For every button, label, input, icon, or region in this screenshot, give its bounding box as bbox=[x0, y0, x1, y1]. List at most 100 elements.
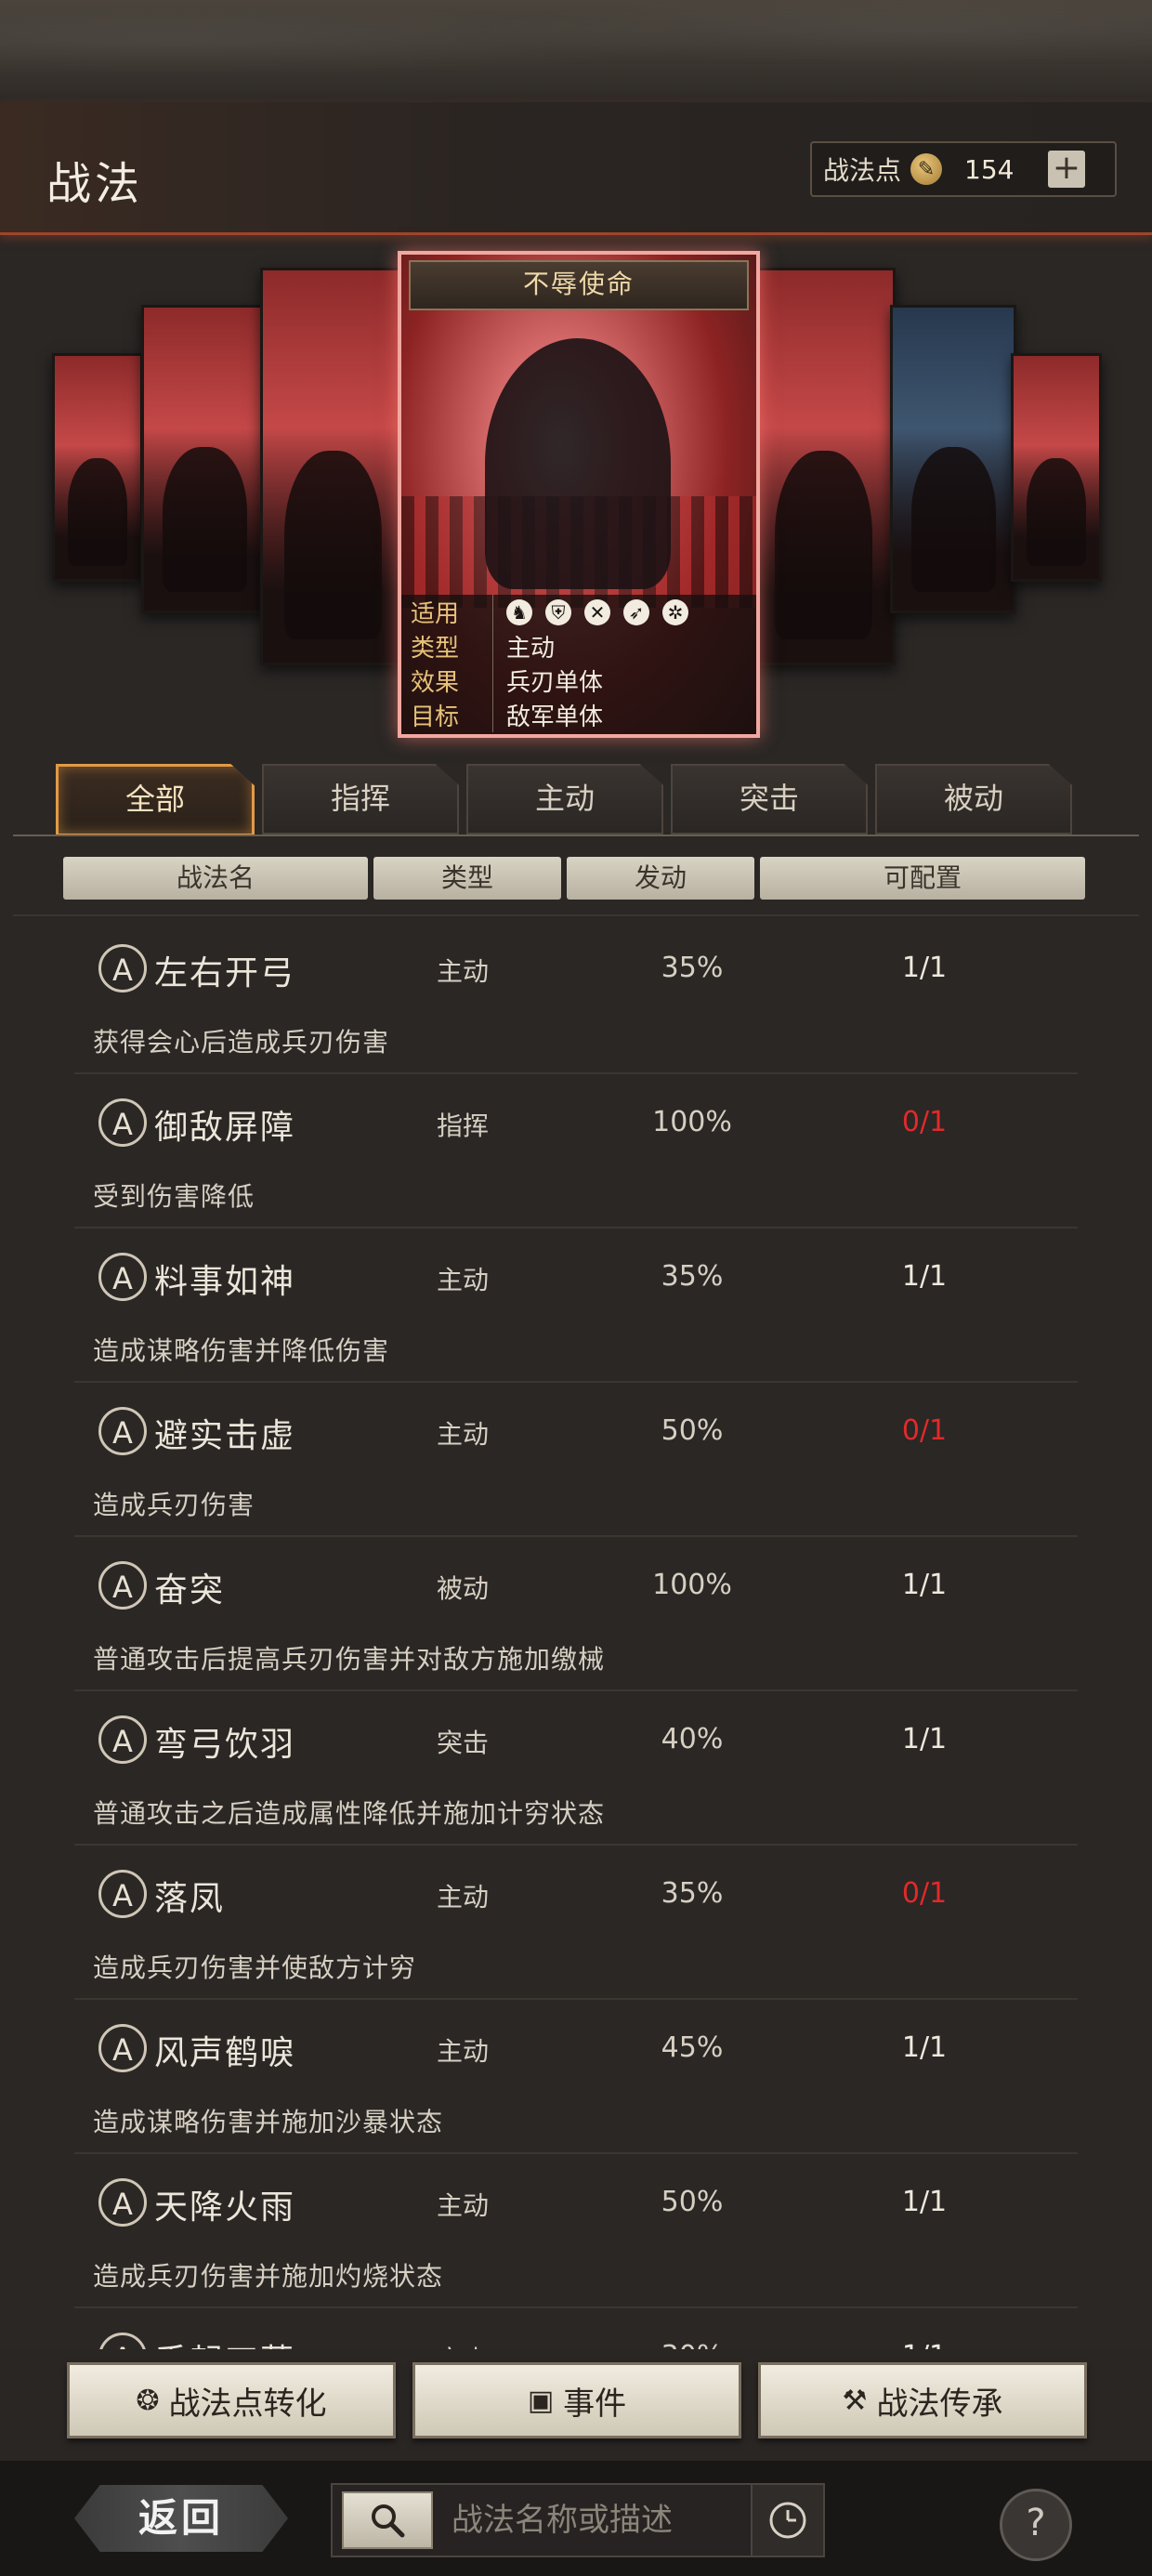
tactic-name: 料事如神 bbox=[154, 1263, 296, 1301]
tactic-name: 落凤 bbox=[154, 1880, 226, 1918]
header-divider bbox=[13, 914, 1139, 916]
tactic-row[interactable]: A 料事如神 主动 35% 1/1 造成谋略伤害并降低伤害 bbox=[74, 1229, 1078, 1383]
tactic-rate: 50% bbox=[661, 1414, 724, 1447]
grade-badge-icon: A bbox=[98, 1561, 147, 1610]
grade-badge-icon: A bbox=[98, 2178, 147, 2227]
tactic-row[interactable]: A 左右开弓 主动 35% 1/1 获得会心后造成兵刃伤害 bbox=[74, 920, 1078, 1074]
tactic-config: 1/1 bbox=[901, 1569, 948, 1601]
tab-command[interactable]: 指挥 bbox=[262, 764, 459, 835]
tactic-rate: 100% bbox=[652, 1106, 732, 1138]
featured-tactic-card[interactable]: 不辱使命 适用 ♞ ⛨ ✕ ➶ ✲ 类型 主动 效果 兵刃单体 目标 敌军单体 bbox=[398, 251, 760, 738]
hammer-icon: ⚒ bbox=[842, 2384, 868, 2417]
tactic-type: 主动 bbox=[437, 1265, 490, 1295]
tactic-config: 1/1 bbox=[901, 1260, 948, 1293]
tactic-row[interactable]: A 弯弓饮羽 突击 40% 1/1 普通攻击之后造成属性降低并施加计穷状态 bbox=[74, 1691, 1078, 1846]
info-value: 兵刃单体 bbox=[506, 669, 604, 697]
grade-badge-icon: A bbox=[98, 2333, 147, 2349]
flame-icon: ❂ bbox=[136, 2384, 160, 2417]
tactic-rate: 30% bbox=[622, 2340, 762, 2349]
info-key: 效果 bbox=[401, 664, 493, 698]
scroll-icon: ▣ bbox=[527, 2384, 555, 2417]
carousel-card[interactable] bbox=[751, 268, 896, 665]
cavalry-icon: ♞ bbox=[506, 598, 532, 625]
help-button[interactable]: ? bbox=[1000, 2489, 1072, 2561]
tactic-row[interactable]: A 避实击虚 主动 50% 0/1 造成兵刃伤害 bbox=[74, 1383, 1078, 1537]
grade-badge-icon: A bbox=[98, 1715, 147, 1764]
tab-assault[interactable]: 突击 bbox=[671, 764, 868, 835]
tactic-rate: 100% bbox=[652, 1569, 732, 1601]
info-row-applies: 适用 ♞ ⛨ ✕ ➶ ✲ bbox=[401, 595, 756, 629]
grade-badge-icon: A bbox=[98, 2024, 147, 2072]
grade-badge-icon: A bbox=[98, 1098, 147, 1147]
tactic-row[interactable]: A 风声鹤唳 主动 45% 1/1 造成谋略伤害并施加沙暴状态 bbox=[74, 2000, 1078, 2154]
tab-active[interactable]: 主动 bbox=[466, 764, 663, 835]
applies-icons: ♞ ⛨ ✕ ➶ ✲ bbox=[493, 598, 688, 625]
search-input[interactable] bbox=[450, 2501, 751, 2540]
tactic-list[interactable]: A 左右开弓 主动 35% 1/1 获得会心后造成兵刃伤害 A 御敌屏障 指挥 100% 0/1 受到… bbox=[74, 920, 1078, 2349]
events-label: 事件 bbox=[563, 2385, 627, 2423]
tactic-config: 1/1 bbox=[901, 2031, 948, 2064]
tactic-description: 造成谋略伤害并施加沙暴状态 bbox=[93, 2107, 444, 2137]
column-header-name[interactable]: 战法名 bbox=[63, 857, 368, 900]
tactic-type: 主动 bbox=[437, 956, 490, 987]
info-key: 目标 bbox=[401, 698, 493, 732]
carousel-card[interactable] bbox=[1011, 353, 1102, 582]
clock-icon bbox=[769, 2502, 806, 2539]
tactic-rate: 40% bbox=[661, 1723, 724, 1755]
info-row-type: 类型 主动 bbox=[401, 629, 756, 664]
column-header-type[interactable]: 类型 bbox=[373, 857, 561, 900]
card-art-figure bbox=[485, 338, 671, 589]
tactic-points-display: 战法点 ✎ 154 + bbox=[810, 141, 1117, 197]
inherit-tactic-button[interactable]: ⚒ 战法传承 bbox=[758, 2362, 1087, 2438]
tactic-name: 避实击虚 bbox=[154, 1417, 296, 1455]
column-header-config[interactable]: 可配置 bbox=[760, 857, 1085, 900]
carousel-card[interactable] bbox=[260, 268, 405, 665]
page-title: 战法 bbox=[46, 158, 144, 210]
tactic-description: 造成兵刃伤害并使敌方计穷 bbox=[93, 1952, 417, 1983]
tactic-row[interactable]: A 手起刀落 突击 30% 1/1 bbox=[74, 2308, 1078, 2349]
tab-divider bbox=[13, 835, 1139, 836]
tactic-point-coin-icon: ✎ bbox=[910, 153, 943, 185]
tactic-config: 1/1 bbox=[901, 952, 948, 984]
events-button[interactable]: ▣ 事件 bbox=[412, 2362, 741, 2438]
grade-badge-icon: A bbox=[98, 944, 147, 992]
tactic-rate: 45% bbox=[661, 2031, 724, 2064]
tactic-name: 天降火雨 bbox=[154, 2188, 296, 2227]
carousel-card[interactable] bbox=[890, 305, 1016, 613]
tactic-points-label: 战法点 bbox=[823, 155, 902, 186]
tactic-config: 0/1 bbox=[901, 1877, 948, 1910]
wheel-icon: ✲ bbox=[662, 598, 688, 625]
shield-icon: ⛨ bbox=[545, 598, 571, 625]
tactic-type: 被动 bbox=[437, 1573, 490, 1604]
tactic-name: 御敌屏障 bbox=[154, 1109, 296, 1147]
tactic-row[interactable]: A 御敌屏障 指挥 100% 0/1 受到伤害降低 bbox=[74, 1074, 1078, 1229]
tab-all[interactable]: 全部 bbox=[56, 764, 255, 836]
search-icon bbox=[372, 2504, 405, 2538]
table-header: 战法名 类型 发动 可配置 bbox=[63, 857, 1085, 901]
tactic-type: 主动 bbox=[437, 1882, 490, 1912]
convert-points-button[interactable]: ❂ 战法点转化 bbox=[67, 2362, 396, 2438]
tactic-type: 突击 bbox=[437, 1728, 490, 1758]
tactic-row[interactable]: A 奋突 被动 100% 1/1 普通攻击后提高兵刃伤害并对敌方施加缴械 bbox=[74, 1537, 1078, 1691]
tab-passive[interactable]: 被动 bbox=[875, 764, 1072, 835]
back-button[interactable]: 返回 bbox=[74, 2485, 288, 2552]
featured-card-title: 不辱使命 bbox=[409, 260, 749, 310]
history-button[interactable] bbox=[751, 2483, 825, 2557]
grade-badge-icon: A bbox=[98, 1407, 147, 1455]
column-header-rate[interactable]: 发动 bbox=[567, 857, 754, 900]
tactic-description: 造成谋略伤害并降低伤害 bbox=[93, 1335, 390, 1366]
carousel-card[interactable] bbox=[52, 353, 143, 582]
info-row-effect: 效果 兵刃单体 bbox=[401, 664, 756, 698]
tactic-card-carousel[interactable]: 不辱使命 适用 ♞ ⛨ ✕ ➶ ✲ 类型 主动 效果 兵刃单体 目标 敌军单体 bbox=[0, 232, 1152, 753]
add-points-button[interactable]: + bbox=[1048, 151, 1086, 188]
tactic-config: 1/1 bbox=[901, 2186, 948, 2218]
tactic-row[interactable]: A 落凤 主动 35% 0/1 造成兵刃伤害并使敌方计穷 bbox=[74, 1846, 1078, 2000]
search-box bbox=[331, 2483, 753, 2557]
tactic-name: 弯弓饮羽 bbox=[154, 1726, 296, 1764]
carousel-card[interactable] bbox=[141, 305, 268, 613]
search-button[interactable] bbox=[342, 2491, 433, 2549]
tactic-row[interactable]: A 天降火雨 主动 50% 1/1 造成兵刃伤害并施加灼烧状态 bbox=[74, 2154, 1078, 2308]
header: 战法 战法点 ✎ 154 + bbox=[0, 102, 1152, 235]
tactic-config: 0/1 bbox=[901, 1414, 948, 1447]
spear-icon: ➶ bbox=[623, 598, 649, 625]
